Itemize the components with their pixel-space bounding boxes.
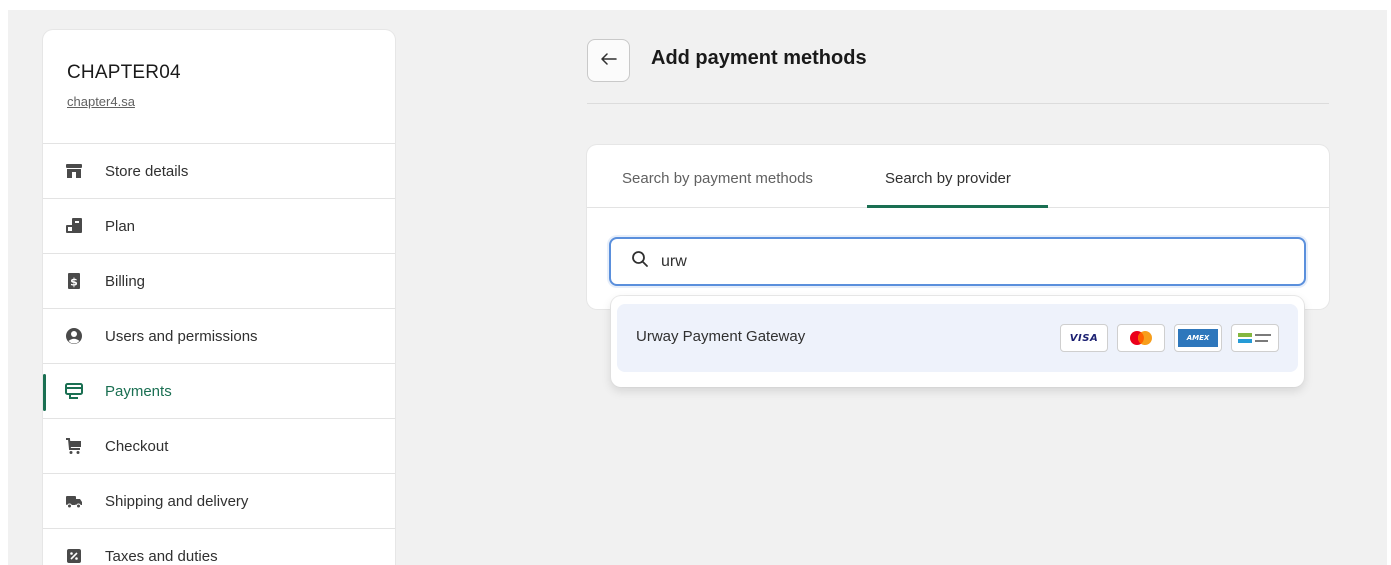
- mastercard-icon: [1117, 324, 1165, 352]
- sidebar-item-label: Taxes and duties: [105, 547, 218, 565]
- sidebar-item-label: Payments: [105, 382, 172, 400]
- visa-badge-text: VISA: [1069, 332, 1099, 344]
- tab-search-by-payment-methods[interactable]: Search by payment methods: [622, 170, 813, 187]
- sidebar-item-label: Store details: [105, 162, 189, 180]
- left-border: [0, 0, 8, 565]
- sidebar-item-billing[interactable]: $ Billing: [43, 254, 395, 309]
- svg-text:$: $: [70, 276, 78, 289]
- arrow-left-icon: [600, 52, 617, 70]
- payment-method-badges: VISA AMEX: [1060, 324, 1279, 352]
- sidebar-item-label: Billing: [105, 272, 146, 290]
- mada-icon: [1231, 324, 1279, 352]
- payments-icon: [65, 382, 83, 400]
- amex-icon: AMEX: [1174, 324, 1222, 352]
- search-field[interactable]: [609, 237, 1306, 286]
- tab-search-by-provider[interactable]: Search by provider: [885, 170, 1011, 187]
- search-icon: [631, 250, 649, 273]
- store-header: CHAPTER04 chapter4.sa: [43, 30, 395, 144]
- store-domain-link[interactable]: chapter4.sa: [67, 94, 135, 109]
- user-icon: [65, 327, 83, 345]
- plan-icon: [65, 217, 83, 235]
- result-item-label: Urway Payment Gateway: [636, 328, 806, 345]
- tab-bar: Search by payment methods Search by prov…: [587, 145, 1329, 208]
- header-divider: [587, 103, 1329, 104]
- sidebar-item-label: Checkout: [105, 437, 169, 455]
- percent-icon: [65, 547, 83, 565]
- page-title: Add payment methods: [651, 47, 867, 69]
- sidebar-item-label: Plan: [105, 217, 136, 235]
- cart-icon: [65, 437, 83, 455]
- truck-icon: [65, 492, 83, 510]
- result-item[interactable]: Urway Payment Gateway VISA AMEX: [617, 304, 1298, 372]
- sidebar-item-payments[interactable]: Payments: [43, 364, 395, 419]
- sidebar-item-label: Users and permissions: [105, 327, 258, 345]
- right-border: [1387, 0, 1391, 565]
- search-card: Search by payment methods Search by prov…: [587, 145, 1329, 309]
- sidebar-item-checkout[interactable]: Checkout: [43, 419, 395, 474]
- sidebar-item-users[interactable]: Users and permissions: [43, 309, 395, 364]
- search-input[interactable]: [661, 252, 1261, 271]
- sidebar-item-shipping[interactable]: Shipping and delivery: [43, 474, 395, 529]
- store-icon: [65, 162, 83, 180]
- search-results-dropdown: Urway Payment Gateway VISA AMEX: [611, 296, 1304, 387]
- active-item-indicator: [43, 374, 46, 411]
- active-tab-underline: [867, 205, 1048, 208]
- visa-icon: VISA: [1060, 324, 1108, 352]
- sidebar-item-store-details[interactable]: Store details: [43, 144, 395, 199]
- billing-icon: $: [65, 272, 83, 290]
- top-border: [0, 0, 1391, 10]
- sidebar-item-taxes[interactable]: Taxes and duties: [43, 529, 395, 565]
- settings-sidebar: CHAPTER04 chapter4.sa Store details Plan…: [43, 30, 395, 565]
- sidebar-item-label: Shipping and delivery: [105, 492, 249, 510]
- store-name: CHAPTER04: [67, 62, 181, 83]
- amex-badge-text: AMEX: [1178, 329, 1218, 347]
- sidebar-item-plan[interactable]: Plan: [43, 199, 395, 254]
- back-button[interactable]: [587, 39, 630, 82]
